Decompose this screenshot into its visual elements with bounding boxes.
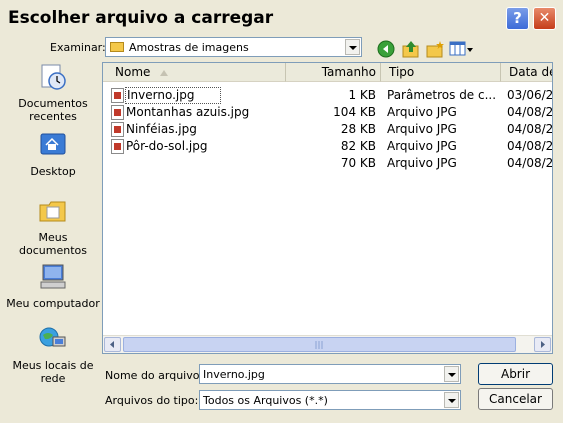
place-label: Meus locais de rede — [12, 359, 94, 385]
folder-icon — [110, 42, 124, 52]
filetype-dropdown-arrow[interactable] — [444, 392, 459, 408]
look-in-label: Examinar: — [50, 41, 106, 54]
place-label: Desktop — [30, 165, 76, 178]
my-documents-icon — [39, 201, 66, 222]
file-type: Parâmetros de c... — [387, 88, 497, 102]
filetype-select[interactable]: Todos os Arquivos (*.*) — [199, 390, 461, 410]
column-header-date[interactable]: Data de — [500, 63, 552, 82]
file-size: 82 KB — [340, 139, 376, 153]
look-in-combo[interactable]: Amostras de imagens — [105, 37, 362, 57]
horizontal-scrollbar[interactable] — [103, 335, 552, 353]
file-type: Arquivo JPG — [387, 156, 457, 170]
scroll-left-button[interactable] — [104, 337, 121, 352]
image-file-icon — [111, 139, 124, 154]
file-size: 1 KB — [348, 88, 376, 102]
file-row[interactable]: 70 KB Arquivo JPG 04/08/2 — [103, 155, 553, 172]
file-row[interactable]: Inverno.jpg 1 KB Parâmetros de c... 03/0… — [103, 87, 553, 104]
file-name: Pôr-do-sol.jpg — [126, 139, 208, 153]
image-file-icon — [111, 105, 124, 120]
close-button[interactable]: ✕ — [533, 7, 556, 30]
file-date: 04/08/2 — [507, 156, 553, 170]
file-size: 28 KB — [340, 122, 376, 136]
filename-label: Nome do arquivo: — [105, 369, 203, 382]
image-file-icon — [111, 122, 124, 137]
desktop-icon — [40, 133, 66, 155]
help-button[interactable]: ? — [506, 7, 529, 30]
place-my-computer[interactable]: Meu computador — [6, 263, 100, 310]
file-size: 104 KB — [333, 105, 376, 119]
file-row[interactable]: Montanhas azuis.jpg 104 KB Arquivo JPG 0… — [103, 104, 553, 121]
network-places-icon — [39, 327, 66, 347]
place-desktop[interactable]: Desktop — [6, 131, 100, 178]
file-size: 70 KB — [340, 156, 376, 170]
filetype-label: Arquivos do tipo: — [105, 394, 198, 407]
back-icon[interactable] — [377, 40, 395, 58]
grip-icon — [315, 341, 323, 349]
file-row[interactable]: Ninféias.jpg 28 KB Arquivo JPG 04/08/2 — [103, 121, 553, 138]
recent-documents-icon — [41, 64, 66, 90]
arrow-left-icon — [110, 341, 114, 348]
file-list[interactable]: Nome Tamanho Tipo Data de Inverno.jpg 1 … — [102, 62, 553, 354]
scrollbar-thumb[interactable] — [123, 337, 516, 352]
place-label: Meus documentos — [19, 231, 87, 257]
file-type: Arquivo JPG — [387, 105, 457, 119]
open-button[interactable]: Abrir — [478, 363, 553, 385]
file-date: 04/08/2 — [507, 105, 553, 119]
file-date: 04/08/2 — [507, 139, 553, 153]
place-my-documents[interactable]: Meus documentos — [6, 197, 100, 257]
up-folder-icon[interactable] — [401, 39, 421, 59]
filetype-label-text: Arquivos do tipo: — [105, 394, 199, 407]
column-header-type[interactable]: Tipo — [380, 63, 500, 82]
my-computer-icon — [40, 264, 66, 289]
column-header-label: Nome — [115, 65, 151, 79]
file-type: Arquivo JPG — [387, 139, 457, 153]
file-date: 03/06/2 — [507, 88, 553, 102]
place-recent-documents[interactable]: Documentos recentes — [6, 63, 100, 123]
file-name: Montanhas azuis.jpg — [126, 105, 250, 119]
cancel-button[interactable]: Cancelar — [478, 388, 553, 410]
look-in-dropdown-arrow[interactable] — [345, 39, 360, 55]
places-bar: Documentos recentes Desktop Meus documen… — [6, 61, 100, 395]
arrow-right-icon — [541, 341, 545, 348]
column-header-name[interactable]: Nome — [103, 63, 285, 82]
file-type: Arquivo JPG — [387, 122, 457, 136]
view-menu-icon[interactable] — [449, 40, 475, 58]
image-file-icon — [111, 88, 124, 103]
file-row[interactable]: Pôr-do-sol.jpg 82 KB Arquivo JPG 04/08/2 — [103, 138, 553, 155]
filename-input[interactable]: Inverno.jpg — [199, 364, 461, 384]
filename-value: Inverno.jpg — [203, 368, 265, 381]
filename-label-text: Nome do arquivo: — [105, 369, 204, 382]
title-bar: Escolher arquivo a carregar ? ✕ — [0, 0, 563, 38]
sort-ascending-icon — [160, 70, 168, 76]
file-date: 04/08/2 — [507, 122, 553, 136]
look-in-value: Amostras de imagens — [129, 41, 249, 54]
column-header-size[interactable]: Tamanho — [285, 63, 380, 82]
new-folder-icon[interactable] — [425, 40, 445, 58]
window-title: Escolher arquivo a carregar — [8, 8, 274, 28]
scroll-right-button[interactable] — [534, 337, 551, 352]
place-network-places[interactable]: Meus locais de rede — [6, 325, 100, 385]
place-label: Meu computador — [6, 297, 100, 310]
filename-dropdown-arrow[interactable] — [444, 366, 459, 382]
file-name: Inverno.jpg — [125, 87, 221, 104]
place-label: Documentos recentes — [18, 97, 88, 123]
filetype-value: Todos os Arquivos (*.*) — [203, 394, 328, 407]
file-name: Ninféias.jpg — [126, 122, 197, 136]
